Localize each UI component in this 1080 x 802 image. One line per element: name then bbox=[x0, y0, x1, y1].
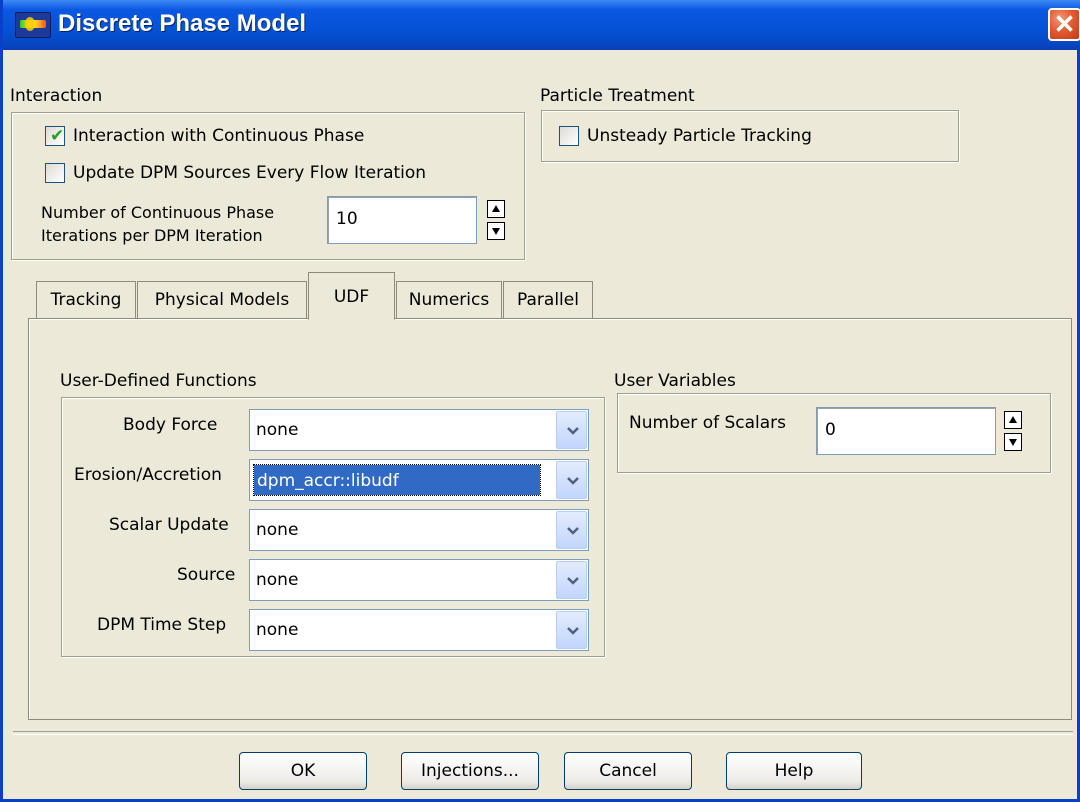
user-variables-group-label: User Variables bbox=[614, 371, 736, 391]
scalar-update-select[interactable]: none bbox=[249, 509, 589, 551]
body-force-select[interactable]: none bbox=[249, 409, 589, 451]
chevron-down-icon[interactable] bbox=[556, 611, 587, 649]
tab-numerics[interactable]: Numerics bbox=[396, 281, 502, 319]
title-bar[interactable]: Discrete Phase Model ✕ bbox=[3, 0, 1080, 50]
spin-up-icon[interactable] bbox=[1004, 411, 1022, 429]
update-dpm-sources-label[interactable]: Update DPM Sources Every Flow Iteration bbox=[73, 163, 426, 183]
source-select[interactable]: none bbox=[249, 559, 589, 601]
source-label: Source bbox=[177, 565, 236, 585]
body-force-label: Body Force bbox=[123, 415, 218, 435]
window-title: Discrete Phase Model bbox=[58, 10, 307, 37]
dpm-time-step-select[interactable]: none bbox=[249, 609, 589, 651]
erosion-accretion-label: Erosion/Accretion bbox=[74, 465, 222, 485]
chevron-down-icon[interactable] bbox=[556, 411, 587, 449]
tab-physical-models[interactable]: Physical Models bbox=[137, 281, 307, 319]
number-of-scalars-spinner[interactable] bbox=[1004, 411, 1024, 455]
particle-treatment-group-label: Particle Treatment bbox=[540, 86, 695, 106]
interaction-group-label: Interaction bbox=[10, 86, 103, 106]
injections-button[interactable]: Injections... bbox=[401, 752, 539, 790]
spin-down-icon[interactable] bbox=[487, 222, 505, 240]
body-force-value: none bbox=[256, 420, 299, 440]
button-separator bbox=[13, 731, 1073, 735]
scalar-update-label: Scalar Update bbox=[109, 515, 229, 535]
dpm-time-step-value: none bbox=[256, 620, 299, 640]
chevron-down-icon[interactable] bbox=[556, 561, 587, 599]
scalar-update-value: none bbox=[256, 520, 299, 540]
unsteady-particle-tracking-checkbox[interactable] bbox=[559, 126, 579, 146]
help-button[interactable]: Help bbox=[726, 752, 862, 790]
iterations-spinner[interactable] bbox=[487, 200, 507, 244]
udf-tab-panel: User-Defined Functions Body Force none E… bbox=[28, 318, 1072, 720]
erosion-accretion-select[interactable]: dpm_accr::libudf bbox=[249, 459, 589, 501]
source-value: none bbox=[256, 570, 299, 590]
close-button[interactable]: ✕ bbox=[1048, 8, 1080, 41]
erosion-accretion-value: dpm_accr::libudf bbox=[253, 464, 541, 496]
iterations-input[interactable]: 10 bbox=[327, 196, 477, 244]
spin-down-icon[interactable] bbox=[1004, 433, 1022, 451]
update-dpm-sources-checkbox[interactable] bbox=[45, 163, 65, 183]
iterations-label-line2: Iterations per DPM Iteration bbox=[41, 226, 263, 245]
dpm-time-step-label: DPM Time Step bbox=[97, 615, 227, 635]
number-of-scalars-input[interactable]: 0 bbox=[816, 407, 996, 455]
cancel-button[interactable]: Cancel bbox=[564, 752, 692, 790]
iterations-label-line1: Number of Continuous Phase bbox=[41, 203, 275, 222]
spin-up-icon[interactable] bbox=[487, 200, 505, 218]
tab-tracking[interactable]: Tracking bbox=[36, 281, 136, 319]
chevron-down-icon[interactable] bbox=[556, 461, 587, 499]
discrete-phase-model-dialog: Discrete Phase Model ✕ Interaction ✔ Int… bbox=[0, 0, 1080, 802]
interaction-continuous-phase-checkbox[interactable]: ✔ bbox=[45, 126, 65, 146]
check-icon: ✔ bbox=[50, 126, 65, 146]
fluent-app-icon bbox=[15, 12, 51, 38]
tab-parallel[interactable]: Parallel bbox=[503, 281, 593, 319]
unsteady-particle-tracking-label[interactable]: Unsteady Particle Tracking bbox=[587, 126, 812, 146]
number-of-scalars-label: Number of Scalars bbox=[629, 413, 787, 433]
tab-udf[interactable]: UDF bbox=[308, 272, 395, 320]
ok-button[interactable]: OK bbox=[239, 752, 367, 790]
interaction-continuous-phase-label[interactable]: Interaction with Continuous Phase bbox=[73, 126, 364, 146]
udf-group-label: User-Defined Functions bbox=[60, 371, 257, 391]
close-icon: ✕ bbox=[1053, 9, 1076, 39]
chevron-down-icon[interactable] bbox=[556, 511, 587, 549]
